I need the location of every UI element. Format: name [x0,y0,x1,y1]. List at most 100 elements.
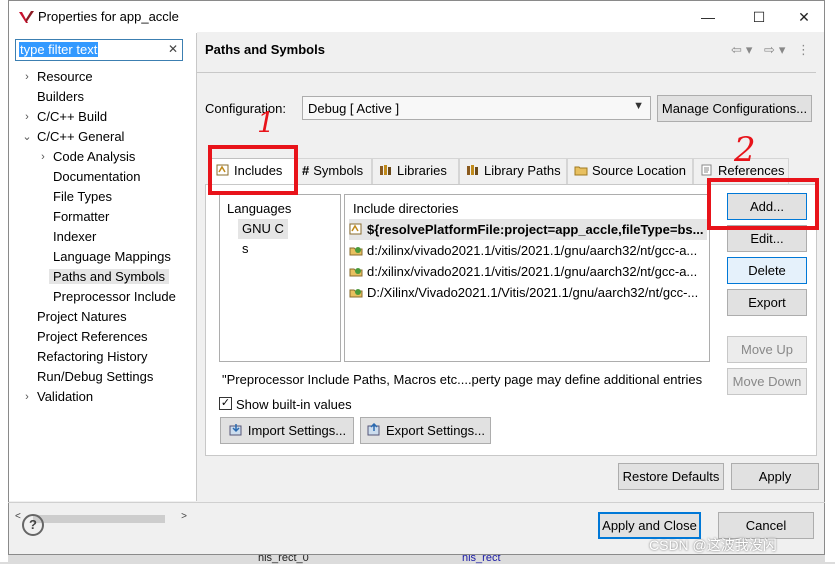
restore-defaults-button[interactable]: Restore Defaults [618,463,724,490]
export-icon [367,423,380,436]
tree-item[interactable]: Validation [37,387,93,407]
configuration-value: Debug [ Active ] [308,101,400,116]
footer-divider [8,502,825,503]
filter-input[interactable]: type filter text ✕ [15,39,183,61]
tab-label: Libraries [397,163,447,178]
tree-item-label: C/C++ General [37,129,125,144]
tree-item[interactable]: Formatter [53,207,109,227]
tree-item-label: Formatter [53,209,110,224]
scrollbar-thumb[interactable] [33,515,165,523]
maximize-button[interactable]: ☐ [739,5,779,29]
include-directory-path: D:/Xilinx/Vivado2021.1/Vitis/2021.1/gnu/… [367,285,699,300]
tree-item[interactable]: C/C++ Build [37,107,107,127]
builtin-include-icon [349,268,363,277]
library-icon [380,165,391,175]
tree-item-label: C/C++ Build [37,109,108,124]
chevron-down-icon[interactable]: ⌄ [21,127,33,147]
tree-item[interactable]: Resource [37,67,93,87]
chevron-right-icon[interactable]: › [37,147,49,167]
tree-item[interactable]: Documentation [53,167,140,187]
show-builtin-checkbox[interactable]: ✓ [219,397,232,410]
include-directory-row[interactable]: D:/Xilinx/Vivado2021.1/Vitis/2021.1/gnu/… [349,282,707,303]
tree-item[interactable]: Preprocessor Include [53,287,176,307]
library-path-icon [467,165,478,175]
tree-item[interactable]: File Types [53,187,112,207]
languages-list[interactable]: Languages GNU C s [219,194,341,362]
tree-item-label: Validation [37,389,94,404]
tree-item-label: Documentation [53,169,141,184]
tab-source-location[interactable]: Source Location [567,158,693,184]
tree-item[interactable]: Refactoring History [37,347,148,367]
builtin-include-icon [349,247,363,256]
clear-filter-icon[interactable]: ✕ [168,42,178,56]
title-bar: Properties for app_accle — ☐ ✕ [9,1,824,33]
tab-libraries[interactable]: Libraries [372,158,459,184]
language-item[interactable]: s [238,239,253,259]
filter-text: type filter text [19,42,99,57]
tree-item[interactable]: Project References [37,327,148,347]
include-directory-path: d:/xilinx/vivado2021.1/vitis/2021.1/gnu/… [367,243,698,258]
help-icon[interactable]: ? [22,514,44,536]
tree-item-label: Run/Debug Settings [37,369,154,384]
configuration-select[interactable]: Debug [ Active ] ▼ [302,96,651,120]
export-button[interactable]: Export [727,289,807,316]
tree-item-label: Indexer [53,229,97,244]
app-logo-icon [19,11,34,23]
tab-label: Source Location [592,163,686,178]
tree-item[interactable]: Project Natures [37,307,127,327]
tab-label: Symbols [313,163,364,178]
tree-item[interactable]: Run/Debug Settings [37,367,153,387]
hash-icon: # [302,163,310,178]
tab-label: Library Paths [484,163,561,178]
minimize-button[interactable]: — [688,5,728,29]
tree-item-label: Code Analysis [53,149,136,164]
header-divider [197,72,816,73]
preprocessor-note: "Preprocessor Include Paths, Macros etc.… [222,372,703,387]
language-item[interactable]: GNU C [238,219,288,239]
close-button[interactable]: ✕ [784,5,824,29]
tree-item-label: Refactoring History [37,349,148,364]
tree-item[interactable]: Code Analysis [53,147,135,167]
nav-tree-pane: type filter text ✕ › Resource Builders › C/C… [9,33,197,523]
include-directory-row[interactable]: d:/xilinx/vivado2021.1/vitis/2021.1/gnu/… [349,261,707,282]
import-settings-label: Import Settings... [247,423,347,438]
include-directories-list[interactable]: Include directories ${resolvePlatformFil… [344,194,710,362]
page-header: Paths and Symbols ⇦▾ ⇨▾ ⋮ [197,32,824,72]
scroll-left-icon[interactable]: < [15,511,21,522]
window-title: Properties for app_accle [38,9,179,24]
include-directory-path: ${resolvePlatformFile:project=app_accle,… [367,222,704,237]
include-directories-header: Include directories [353,201,459,216]
tree-item[interactable]: Indexer [53,227,96,247]
tree-item[interactable]: Paths and Symbols [49,267,170,287]
import-settings-button[interactable]: Import Settings... [220,417,354,444]
apply-button[interactable]: Apply [731,463,819,490]
chevron-right-icon[interactable]: › [21,107,33,127]
tab-library-paths[interactable]: Library Paths [459,158,567,184]
chevron-right-icon[interactable]: › [21,387,33,407]
tree-item-label: Preprocessor Include [53,289,176,304]
move-down-button[interactable]: Move Down [727,368,807,395]
history-nav-icons[interactable]: ⇦▾ ⇨▾ ⋮ [731,42,814,58]
show-builtin-label: Show built-in values [236,397,352,412]
move-up-button[interactable]: Move Up [727,336,807,363]
tree-item-label: Project References [37,329,148,344]
annotation-number: 1 [257,106,275,139]
chevron-right-icon[interactable]: › [21,67,33,87]
include-path-icon [349,223,362,235]
references-icon [701,164,712,176]
annotation-number: 2 [734,130,756,170]
tree-item[interactable]: Builders [37,87,84,107]
export-settings-button[interactable]: Export Settings... [360,417,491,444]
tree-item[interactable]: C/C++ General [37,127,124,147]
delete-button[interactable]: Delete [727,257,807,284]
manage-configurations-button[interactable]: Manage Configurations... [657,95,812,122]
scroll-right-icon[interactable]: > [181,511,187,522]
export-settings-label: Export Settings... [386,423,485,438]
include-directory-row[interactable]: d:/xilinx/vivado2021.1/vitis/2021.1/gnu/… [349,240,707,261]
tab-symbols[interactable]: # Symbols [295,158,372,184]
background-left [0,0,8,562]
tree-item-label: Language Mappings [53,249,171,264]
tree-item-label: Paths and Symbols [49,269,170,284]
include-directory-row[interactable]: ${resolvePlatformFile:project=app_accle,… [349,219,707,240]
tree-item[interactable]: Language Mappings [53,247,171,267]
